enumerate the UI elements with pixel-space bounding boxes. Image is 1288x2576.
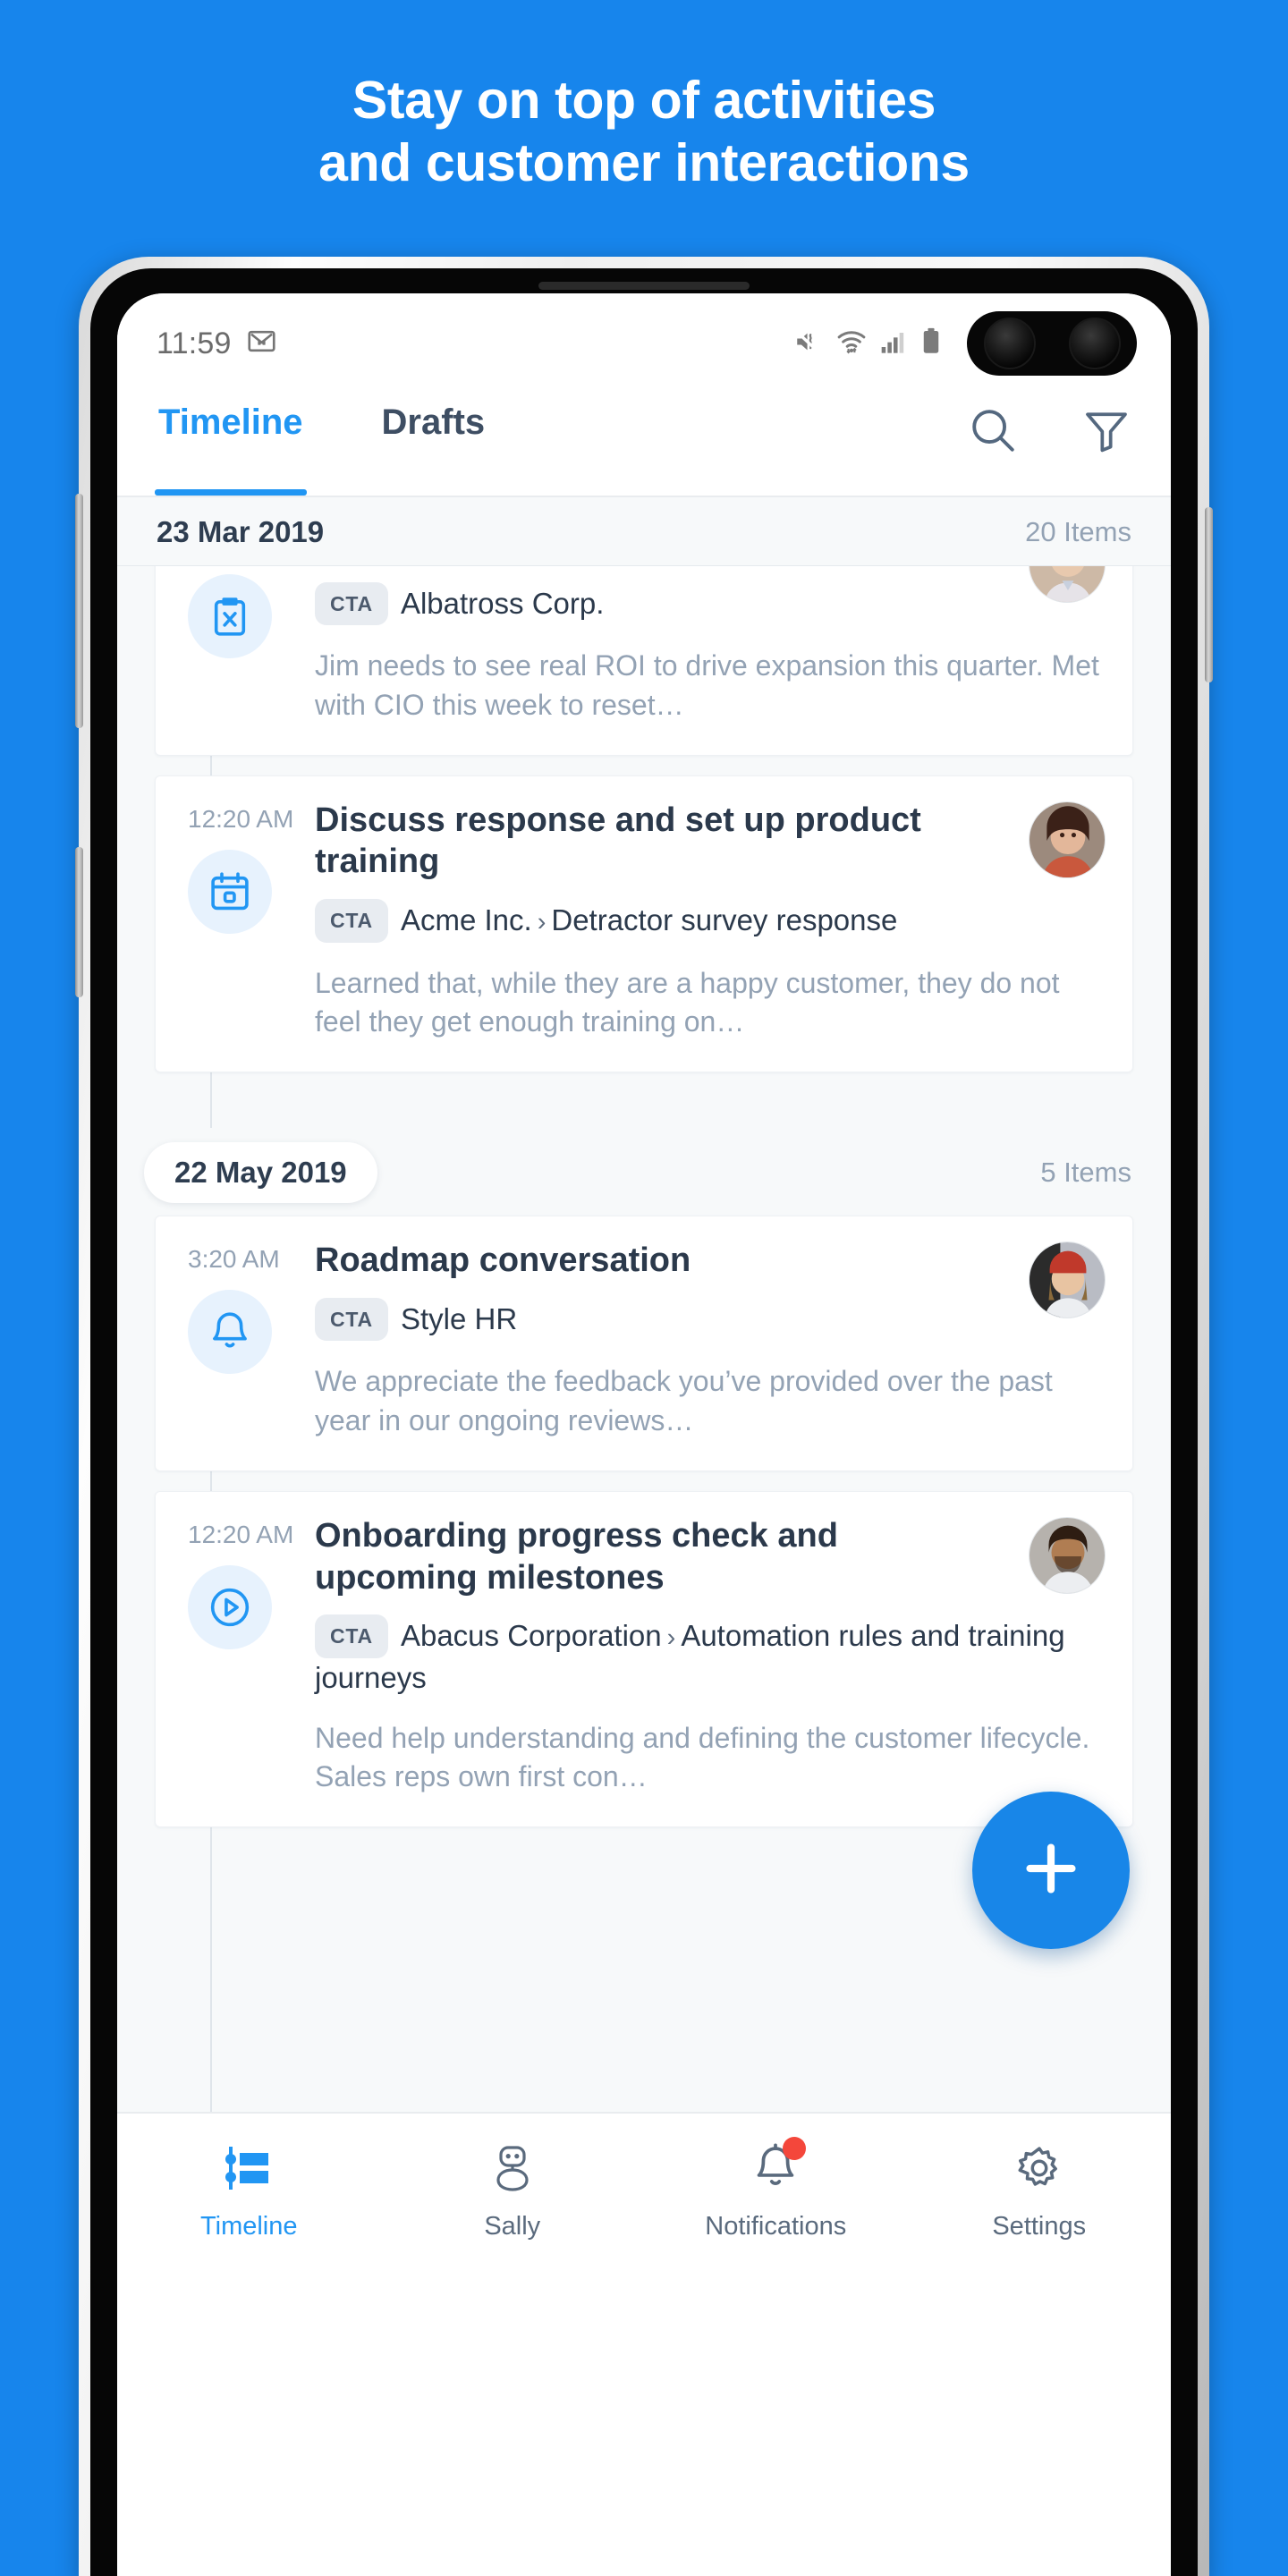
mute-vibrate-icon xyxy=(793,326,824,361)
phone-bezel: 11:59 Timeline Drafts 23 Mar 2019 20 Ite… xyxy=(90,268,1198,2576)
card-gutter: 3:20 AM xyxy=(182,566,315,724)
avatar xyxy=(1029,801,1106,878)
status-bar-right xyxy=(793,311,1137,376)
wifi-icon xyxy=(835,326,868,361)
bell-icon xyxy=(188,1290,272,1375)
date-label: 22 May 2019 xyxy=(144,1142,377,1204)
date-item-count: 5 Items xyxy=(1040,1157,1131,1189)
card-body: Roadmap conversation CTA Style HR We appr… xyxy=(315,1240,1106,1440)
date-item-count: 20 Items xyxy=(1025,516,1131,547)
card-meta: CTA Style HR xyxy=(315,1297,1102,1342)
tab-drafts[interactable]: Drafts xyxy=(380,397,487,496)
card-meta: CTA Albatross Corp. xyxy=(315,581,1102,626)
camera-lens-2 xyxy=(1068,318,1121,369)
card-gutter: 12:20 AM xyxy=(182,1515,315,1796)
card-gutter: 3:20 AM xyxy=(182,1240,315,1440)
promo-headline-line1: Stay on top of activities xyxy=(352,71,936,130)
add-activity-fab[interactable] xyxy=(972,1792,1130,1949)
card-gutter: 12:20 AM xyxy=(182,800,315,1041)
card-subject: Detractor survey response xyxy=(551,903,898,937)
filter-icon[interactable] xyxy=(1081,404,1131,461)
nav-label: Settings xyxy=(992,2211,1087,2241)
card-body: Do You Think Motivational CTAAlbatross C… xyxy=(315,566,1106,724)
avatar xyxy=(1029,1241,1106,1319)
status-bar: 11:59 xyxy=(117,293,1171,394)
card-time: 12:20 AM xyxy=(188,1520,294,1548)
card-excerpt: Jim needs to see real ROI to drive expan… xyxy=(315,649,1099,721)
timeline-card[interactable]: 3:20 AM Roadmap conversation CTA Style HR… xyxy=(155,1216,1133,1471)
promo-headline: Stay on top of activities and customer i… xyxy=(0,70,1288,194)
timeline-icon xyxy=(222,2139,275,2198)
card-excerpt: Need help understanding and defining the… xyxy=(315,1721,1090,1792)
nav-item-sally[interactable]: Sally xyxy=(381,2139,645,2241)
battery-icon xyxy=(919,326,943,360)
nav-item-settings[interactable]: Settings xyxy=(908,2139,1172,2241)
nav-label: Notifications xyxy=(705,2211,847,2241)
chevron-right-icon: › xyxy=(666,1623,676,1653)
status-bar-left: 11:59 xyxy=(157,326,276,361)
date-label: 23 Mar 2019 xyxy=(157,515,325,548)
card-title: Roadmap conversation xyxy=(315,1241,691,1280)
gear-icon xyxy=(1014,2139,1064,2198)
timeline-card[interactable]: 3:20 AM Do You Think Motivational CTAAlb… xyxy=(155,566,1133,756)
card-meta: CTA Acme Inc. › Detractor survey response xyxy=(315,899,1102,943)
timeline-card[interactable]: 12:20 AM Onboarding progress check and u… xyxy=(155,1490,1133,1828)
power-button[interactable] xyxy=(1205,507,1213,682)
gmail-icon xyxy=(247,326,276,360)
robot-icon xyxy=(486,2139,539,2198)
card-title: Discuss response and set up product trai… xyxy=(315,801,921,881)
tab-bar-actions xyxy=(967,397,1131,461)
cta-badge: CTA xyxy=(315,581,388,626)
card-account: Acme Inc. xyxy=(400,903,532,937)
search-icon[interactable] xyxy=(967,404,1019,461)
status-bar-clock: 11:59 xyxy=(157,326,232,360)
clipboard-x-icon xyxy=(188,574,272,658)
top-tab-bar: Timeline Drafts xyxy=(117,394,1171,497)
nav-item-notifications[interactable]: Notifications xyxy=(644,2136,908,2241)
timeline-feed[interactable]: 3:20 AM Do You Think Motivational CTAAlb… xyxy=(117,566,1171,2112)
avatar xyxy=(1029,1516,1106,1594)
cta-badge: CTA xyxy=(315,899,388,943)
card-excerpt: We appreciate the feedback you’ve provid… xyxy=(315,1365,1053,1436)
card-title: Onboarding progress check and upcoming m… xyxy=(315,1516,838,1597)
phone-device-mockup: 11:59 Timeline Drafts 23 Mar 2019 20 Ite… xyxy=(75,257,1213,2576)
card-body: Onboarding progress check and upcoming m… xyxy=(315,1515,1106,1796)
card-account: Style HR xyxy=(400,1301,518,1335)
cta-badge: CTA xyxy=(315,1297,388,1342)
card-time: 3:20 AM xyxy=(188,1245,280,1274)
cta-badge: CTA xyxy=(315,1614,388,1658)
camera-lens-1 xyxy=(983,318,1036,369)
card-meta: CTA Abacus Corporation › Automation rules a… xyxy=(315,1614,1102,1697)
calendar-icon xyxy=(188,849,272,934)
card-excerpt: Learned that, while they are a happy cus… xyxy=(315,966,1060,1038)
assistant-button[interactable] xyxy=(75,847,83,997)
nav-label: Timeline xyxy=(199,2211,298,2241)
timeline-card[interactable]: 12:20 AM Discuss response and set up pro… xyxy=(155,775,1133,1073)
signal-icon xyxy=(879,327,908,360)
tab-timeline[interactable]: Timeline xyxy=(155,397,307,496)
bell-icon xyxy=(750,2136,807,2198)
earpiece-speaker xyxy=(538,282,750,290)
nav-label: Sally xyxy=(484,2211,541,2241)
promo-headline-line2: and customer interactions xyxy=(318,132,970,192)
notification-badge-dot xyxy=(783,2136,807,2160)
phone-screen: 11:59 Timeline Drafts 23 Mar 2019 20 Ite… xyxy=(117,293,1171,2576)
plus-icon xyxy=(1017,1835,1085,1907)
nav-item-timeline[interactable]: Timeline xyxy=(117,2139,381,2241)
date-group-header-1: 23 Mar 2019 20 Items xyxy=(117,497,1171,566)
play-circle-icon xyxy=(188,1564,272,1649)
card-account: Abacus Corporation xyxy=(400,1619,662,1653)
card-body: Discuss response and set up product trai… xyxy=(315,800,1106,1041)
bottom-navigation-bar: Timeline Sally Notifications Settings xyxy=(117,2112,1171,2266)
card-time: 12:20 AM xyxy=(188,804,294,833)
front-camera-cutout xyxy=(967,311,1137,376)
chevron-right-icon: › xyxy=(537,908,547,937)
card-account: Albatross Corp. xyxy=(400,586,605,620)
volume-button[interactable] xyxy=(75,494,83,728)
date-group-header-2: 22 May 2019 5 Items xyxy=(117,1128,1171,1216)
